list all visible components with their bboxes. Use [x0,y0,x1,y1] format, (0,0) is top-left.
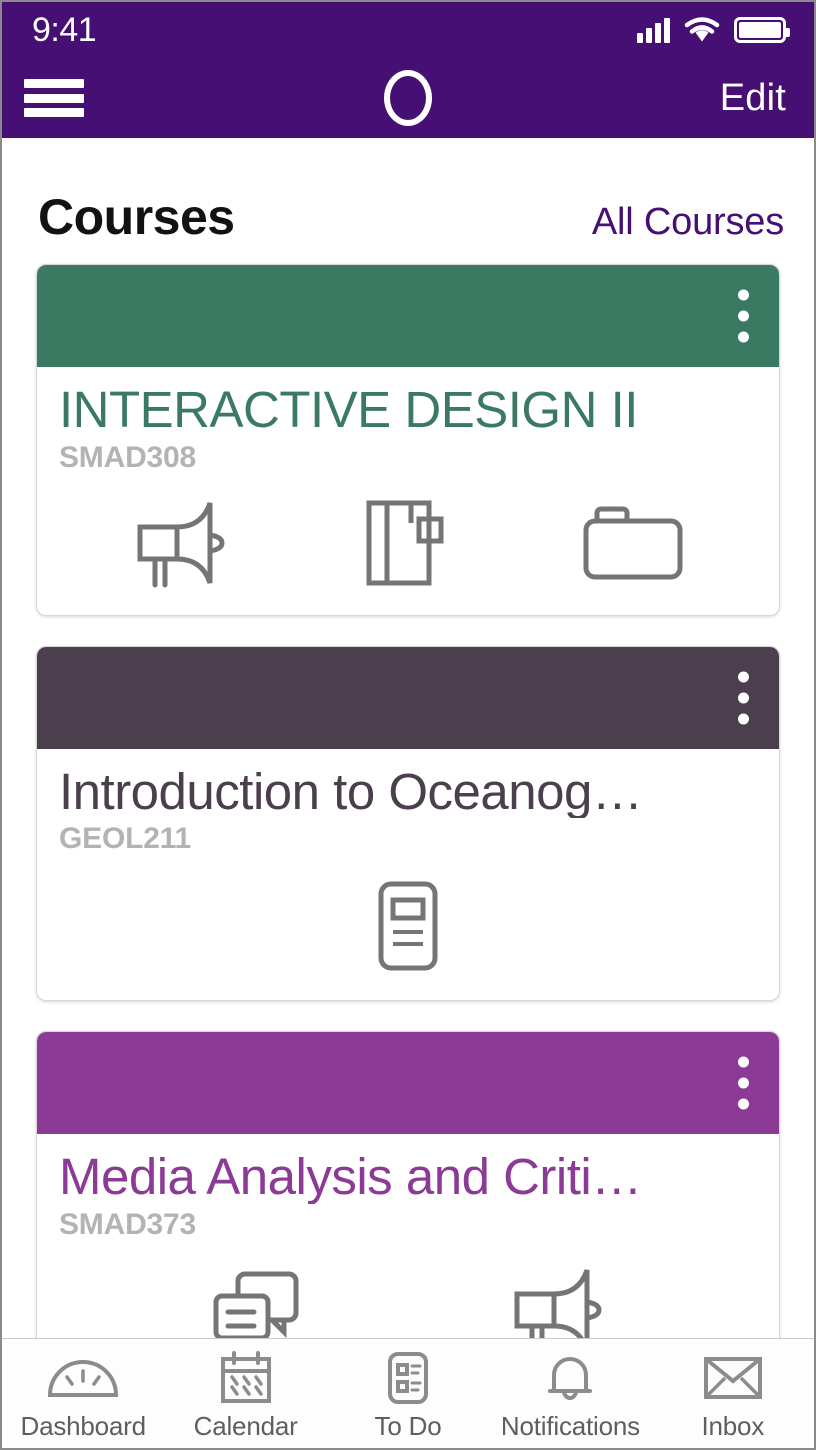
course-title[interactable]: Introduction to Oceanog… [59,765,757,819]
bell-icon [542,1349,598,1407]
canvas-circle-logo-icon [384,70,432,126]
course-code: SMAD308 [59,440,196,474]
course-card-body: INTERACTIVE DESIGN II SMAD308 [37,367,779,475]
mobile-app-screen: 9:41 Edit Courses All Courses INTERACTIV… [0,0,816,1450]
course-shortcut-row [37,475,779,615]
calendar-icon [218,1349,274,1407]
navigation-bar: Edit [2,58,814,138]
all-courses-link[interactable]: All Courses [592,201,784,244]
course-code: GEOL211 [59,822,192,856]
course-card-header[interactable] [37,1032,779,1135]
courses-scroll-area[interactable]: Courses All Courses INTERACTIVE DESIGN I… [2,140,814,1338]
status-time: 9:41 [32,11,97,49]
announcements-megaphone-icon[interactable] [130,497,230,589]
course-card-body: Media Analysis and Criti… SMAD373 [37,1134,779,1242]
tab-calendar[interactable]: Calendar [164,1339,326,1448]
wifi-icon [684,17,720,42]
edit-button[interactable]: Edit [720,77,786,120]
tab-label: To Do [374,1411,442,1441]
more-options-icon[interactable] [738,1056,749,1110]
tab-todo[interactable]: To Do [327,1339,489,1448]
course-card-header[interactable] [37,265,779,367]
envelope-icon [702,1349,764,1407]
course-card[interactable]: INTERACTIVE DESIGN II SMAD308 [36,264,780,616]
tab-label: Inbox [701,1411,765,1441]
discussions-icon[interactable] [210,1268,302,1338]
courses-section-header: Courses All Courses [2,140,814,264]
pages-book-icon[interactable] [363,497,447,589]
more-options-icon[interactable] [738,289,749,343]
tab-notifications[interactable]: Notifications [489,1339,651,1448]
course-card[interactable]: Introduction to Oceanog… GEOL211 [36,645,780,1002]
course-code: SMAD373 [59,1207,196,1241]
tab-label: Calendar [193,1411,298,1441]
course-card-header[interactable] [37,646,779,749]
files-folder-icon[interactable] [580,503,686,583]
course-shortcut-row [37,1242,779,1338]
status-bar: 9:41 [2,2,814,58]
page-title: Courses [38,189,235,245]
tab-inbox[interactable]: Inbox [652,1339,814,1448]
course-title[interactable]: INTERACTIVE DESIGN II [59,383,757,437]
more-options-icon[interactable] [738,671,749,725]
cellular-signal-icon [637,17,670,43]
syllabus-document-icon[interactable] [375,878,441,974]
announcements-megaphone-icon[interactable] [507,1264,607,1338]
bottom-tab-bar: Dashboard Calendar To Do Notifications I… [2,1338,814,1448]
todo-list-icon [385,1349,431,1407]
battery-full-icon [734,17,790,43]
course-title[interactable]: Media Analysis and Criti… [59,1150,757,1204]
course-card-body: Introduction to Oceanog… GEOL211 [37,749,779,857]
status-indicators [637,17,790,43]
course-card-list: INTERACTIVE DESIGN II SMAD308 Introducti… [2,264,814,1338]
hamburger-menu-icon[interactable] [24,76,84,120]
course-shortcut-row [37,856,779,1000]
tab-label: Notifications [500,1411,640,1441]
tab-dashboard[interactable]: Dashboard [2,1339,164,1448]
tab-label: Dashboard [20,1411,147,1441]
dashboard-gauge-icon [46,1349,120,1407]
course-card[interactable]: Media Analysis and Criti… SMAD373 [36,1031,780,1338]
